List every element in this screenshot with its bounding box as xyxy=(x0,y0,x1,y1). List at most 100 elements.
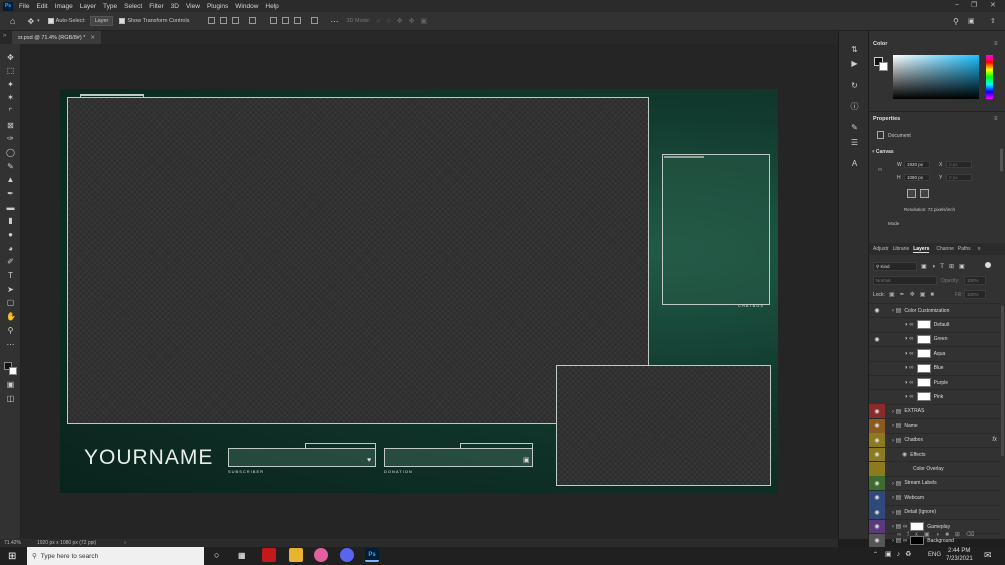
distribute-icon[interactable] xyxy=(249,16,257,24)
visibility-eye-icon[interactable] xyxy=(869,347,885,361)
visibility-eye-icon[interactable] xyxy=(869,376,885,390)
canvas-section-label[interactable]: ▾ Canvas xyxy=(872,149,894,155)
type-tool-icon[interactable]: T xyxy=(6,271,15,280)
tab-channels[interactable]: Channe xyxy=(936,246,954,252)
folder-icon[interactable]: › ▤ xyxy=(892,437,901,444)
path-select-tool-icon[interactable]: ➤ xyxy=(6,285,15,294)
chevron-right-icon[interactable]: › xyxy=(124,540,126,546)
panel-menu-icon[interactable]: ≡ xyxy=(994,41,998,47)
menu-filter[interactable]: Filter xyxy=(149,3,163,10)
visibility-eye-icon[interactable]: ◉ xyxy=(869,476,885,491)
menu-plugins[interactable]: Plugins xyxy=(207,3,228,10)
menu-layer[interactable]: Layer xyxy=(80,3,96,10)
marquee-tool-icon[interactable]: ⬚ xyxy=(6,66,15,75)
color-panel-title[interactable]: Color xyxy=(873,41,887,47)
menu-window[interactable]: Window xyxy=(235,3,258,10)
pen-tool-icon[interactable]: ✐ xyxy=(6,257,15,266)
layer-mask-thumbnail[interactable] xyxy=(916,378,931,387)
layer-mask-thumbnail[interactable] xyxy=(916,392,931,402)
expand-icon[interactable]: › ▤ ∞ xyxy=(892,523,907,530)
document-tab[interactable]: sr.psd @ 71.4% (RGB/8#) * ✕ xyxy=(12,31,101,44)
layer-name[interactable]: Name xyxy=(904,423,917,429)
fx-icon[interactable]: fx xyxy=(992,437,997,443)
taskbar-search[interactable]: ⚲ Type here to search xyxy=(27,547,204,565)
folder-icon[interactable]: › ▤ xyxy=(892,480,901,487)
menu-select[interactable]: Select xyxy=(124,3,142,10)
align-left-icon[interactable] xyxy=(208,16,216,24)
height-field[interactable]: 1080 px xyxy=(904,174,930,181)
history-icon[interactable]: ↻ xyxy=(850,81,859,90)
lasso-tool-icon[interactable]: ✦ xyxy=(6,80,15,89)
layer-name[interactable]: Default xyxy=(934,322,950,328)
notifications-icon[interactable]: ✉ xyxy=(984,550,992,561)
clock-time[interactable]: 2:44 PM xyxy=(948,548,970,554)
lock-icons[interactable]: ▣✒✥▣■ xyxy=(889,291,939,298)
artboard[interactable]: CHATBOX xyxy=(60,89,778,493)
folder-icon[interactable]: › ▤ xyxy=(892,422,901,429)
crop-tool-icon[interactable]: ⌜ xyxy=(6,107,15,116)
layer-name[interactable]: Effects xyxy=(910,452,925,458)
filter-icons[interactable]: ▣◑T⊞▣ xyxy=(921,263,970,270)
app-pink-icon[interactable] xyxy=(314,548,328,562)
layer-mask-thumbnail[interactable] xyxy=(916,349,931,359)
layer-name[interactable]: Stream Labels xyxy=(904,480,936,486)
menu-edit[interactable]: Edit xyxy=(36,3,47,10)
opacity-field[interactable]: 100% xyxy=(964,276,986,285)
layer-name[interactable]: Gameplay xyxy=(927,524,950,530)
layer-name[interactable]: EXTRAS xyxy=(904,408,924,414)
layer-name[interactable]: Purple xyxy=(934,380,948,386)
layer-name[interactable]: Chatbox xyxy=(904,437,923,443)
layer-row[interactable]: ◉ › ▤ EXTRAS xyxy=(869,403,1001,419)
restore-icon[interactable]: ❐ xyxy=(971,1,977,9)
panel-menu-icon[interactable]: ≡ xyxy=(978,246,981,252)
gradient-tool-icon[interactable]: ▮ xyxy=(6,216,15,225)
photoshop-taskbar-icon[interactable]: Ps xyxy=(365,548,379,562)
history-brush-tool-icon[interactable]: ✒ xyxy=(6,189,15,198)
layer-filter-kind[interactable]: ⚲ Kind xyxy=(873,262,917,271)
layer-row[interactable]: ◉ › ▤ Webcam xyxy=(869,490,1001,505)
dodge-tool-icon[interactable]: ◕ xyxy=(6,244,15,253)
layer-row[interactable]: ◑ ∞ Pink xyxy=(869,389,1001,403)
visibility-eye-icon[interactable]: ◉ xyxy=(869,519,885,534)
layers-scrollbar[interactable] xyxy=(1001,306,1004,456)
visibility-eye-icon[interactable]: ◉ xyxy=(869,418,885,433)
layer-row[interactable]: ◉ › ▤ Name xyxy=(869,418,1001,433)
visibility-eye-icon[interactable]: ◉ xyxy=(869,304,885,318)
menu-file[interactable]: File xyxy=(19,3,29,10)
search-icon[interactable]: ⚲ xyxy=(953,17,959,26)
donation-bar[interactable] xyxy=(384,448,533,467)
layer-row[interactable]: ◑ ∞ Blue xyxy=(869,360,1001,375)
hue-slider[interactable] xyxy=(986,55,993,99)
cortana-icon[interactable]: ○ xyxy=(214,550,219,560)
align-top-icon[interactable] xyxy=(270,16,278,24)
show-transform-checkbox[interactable] xyxy=(119,17,127,25)
chatbox-frame[interactable] xyxy=(662,154,770,305)
tray-chevron-icon[interactable]: ⌃ xyxy=(873,551,878,558)
tab-close-icon[interactable]: ✕ xyxy=(90,35,95,41)
properties-panel-title[interactable]: Properties xyxy=(873,116,900,122)
move-tool-icon[interactable]: ✥ xyxy=(27,17,34,26)
screen-mode-icon[interactable]: ◫ xyxy=(6,394,15,403)
blur-tool-icon[interactable]: ● xyxy=(6,230,15,239)
healing-tool-icon[interactable]: ◯ xyxy=(6,148,15,157)
fill-field[interactable]: 100% xyxy=(964,290,986,299)
visibility-eye-icon[interactable]: ◉ xyxy=(869,332,885,346)
task-view-icon[interactable]: ▦ xyxy=(238,551,246,560)
y-field[interactable]: 0 px xyxy=(946,174,972,181)
menu-image[interactable]: Image xyxy=(55,3,73,10)
layer-row[interactable]: ◉ › ▤ Chatbox fx xyxy=(869,432,1001,448)
distribute-v-icon[interactable] xyxy=(311,16,319,24)
hand-tool-icon[interactable]: ✋ xyxy=(6,312,16,321)
move-tool-icon[interactable]: ✥ xyxy=(6,53,15,62)
layer-name[interactable]: Green xyxy=(934,336,948,342)
x-field[interactable]: 0 px xyxy=(946,161,972,168)
visibility-eye-icon[interactable]: ◉ xyxy=(869,490,885,505)
visibility-eye-icon[interactable] xyxy=(869,461,885,476)
layer-row[interactable]: ◉ › ▤ Detail (Ignore) xyxy=(869,504,1001,520)
menu-type[interactable]: Type xyxy=(103,3,117,10)
eyedropper-tool-icon[interactable]: ✑ xyxy=(6,134,15,143)
quick-mask-icon[interactable]: ▣ xyxy=(6,380,15,389)
folder-icon[interactable]: › ▤ xyxy=(892,509,901,516)
auto-select-dropdown[interactable]: Layer xyxy=(89,16,114,26)
visibility-eye-icon[interactable]: ◉ xyxy=(869,404,885,419)
